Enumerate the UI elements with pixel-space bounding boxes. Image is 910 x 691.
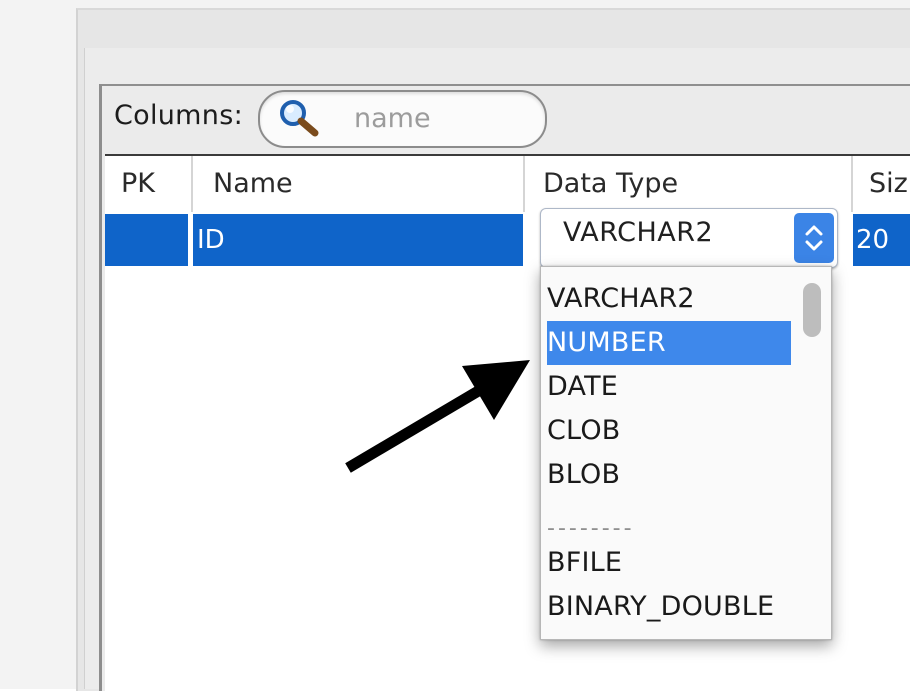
scrollbar-thumb[interactable] <box>803 283 821 337</box>
columns-label: Columns: <box>114 100 243 131</box>
arrow-annotation-icon <box>345 360 530 473</box>
data-type-dropdown-list: VARCHAR2 NUMBER DATE CLOB BLOB -------- … <box>540 266 832 640</box>
search-placeholder: name <box>354 103 431 134</box>
data-type-selected-value: VARCHAR2 <box>563 217 714 248</box>
column-divider <box>523 156 525 212</box>
option-binary-double[interactable]: BINARY_DOUBLE <box>547 585 791 629</box>
header-data-type[interactable]: Data Type <box>543 156 843 212</box>
row-size-value: 20 <box>856 225 890 255</box>
option-date[interactable]: DATE <box>547 365 791 409</box>
table-row-pk-cell[interactable] <box>105 214 188 266</box>
up-down-stepper-icon[interactable] <box>794 213 834 263</box>
column-search-field[interactable]: name <box>258 90 547 148</box>
row-name-value: ID <box>197 225 225 255</box>
column-divider <box>851 156 853 212</box>
option-number[interactable]: NUMBER <box>547 321 791 365</box>
header-pk[interactable]: PK <box>121 156 191 212</box>
table-row-size-cell[interactable]: 20 <box>853 214 910 266</box>
data-type-select[interactable]: VARCHAR2 <box>540 208 838 268</box>
option-separator: -------- <box>547 516 635 541</box>
header-name[interactable]: Name <box>213 156 513 212</box>
option-bfile[interactable]: BFILE <box>547 541 791 585</box>
header-size[interactable]: Siz <box>869 156 910 212</box>
option-blob[interactable]: BLOB <box>547 453 791 497</box>
dropdown-scrollbar[interactable] <box>799 275 825 635</box>
table-row-name-cell[interactable]: ID <box>193 214 523 266</box>
option-varchar2[interactable]: VARCHAR2 <box>547 277 791 321</box>
option-clob[interactable]: CLOB <box>547 409 791 453</box>
column-divider <box>191 156 193 212</box>
search-icon <box>280 100 319 137</box>
